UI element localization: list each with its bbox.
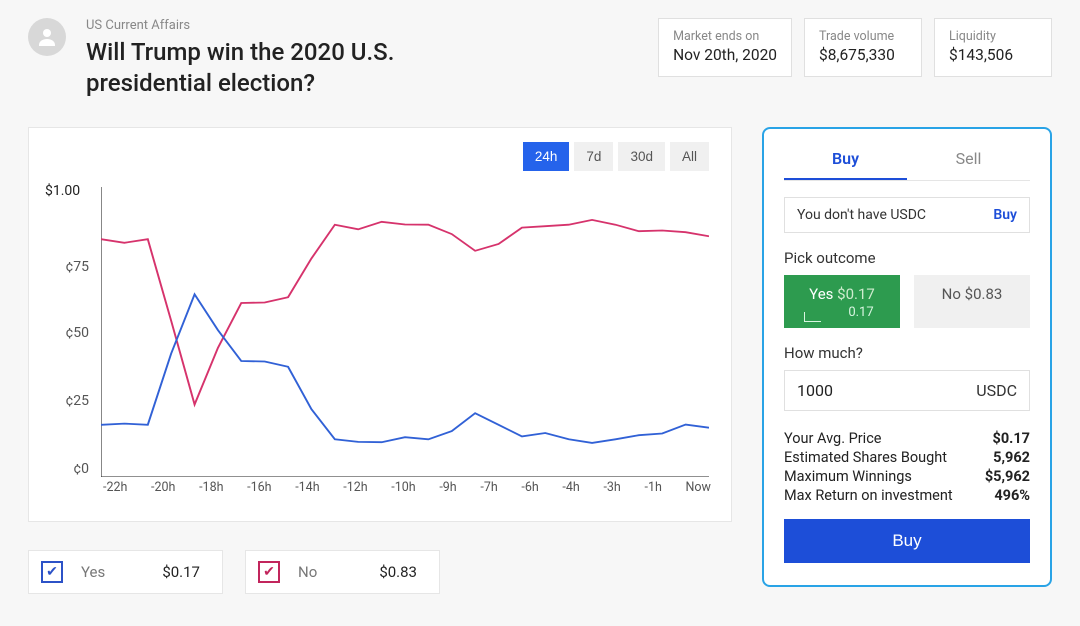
pick-outcome-label: Pick outcome	[784, 249, 1030, 267]
info-liquidity-label: Liquidity	[949, 29, 1037, 44]
trade-panel: Buy Sell You don't have USDC Buy Pick ou…	[762, 127, 1052, 587]
range-tab-all[interactable]: All	[670, 142, 709, 171]
stat-roi-label: Max Return on investment	[784, 487, 953, 504]
x-tick: -3h	[603, 480, 620, 495]
chart-area: $1.00 ¢75 ¢50 ¢25 ¢0 -22h -20h -18h	[45, 177, 715, 517]
info-liquidity-value: $143,506	[949, 46, 1037, 64]
outcome-toggle-yes[interactable]: ✔ Yes $0.17	[28, 550, 223, 594]
info-volume-value: $8,675,330	[819, 46, 907, 64]
range-tab-7d[interactable]: 7d	[574, 142, 613, 171]
x-tick: -20h	[151, 480, 175, 495]
stat-roi-value: 496%	[994, 487, 1030, 504]
tab-buy[interactable]: Buy	[784, 143, 907, 180]
x-tick: -10h	[391, 480, 415, 495]
user-icon	[35, 25, 59, 49]
toggle-yes-label: Yes	[81, 563, 144, 581]
info-ends-label: Market ends on	[673, 29, 777, 44]
pick-yes-label: Yes	[809, 285, 833, 303]
info-ends: Market ends on Nov 20th, 2020	[658, 18, 792, 77]
price-chart-card: 24h 7d 30d All $1.00 ¢75 ¢50 ¢25 ¢0	[28, 127, 732, 522]
range-tab-24h[interactable]: 24h	[523, 142, 570, 171]
y-max-label: $1.00	[45, 183, 89, 199]
stat-avg-price-label: Your Avg. Price	[784, 430, 882, 447]
stat-avg-price-value: $0.17	[993, 430, 1030, 447]
usdc-notice-text: You don't have USDC	[797, 207, 926, 223]
y-tick-0: ¢0	[45, 461, 89, 477]
toggle-no-price: $0.83	[379, 563, 417, 581]
x-tick: -7h	[480, 480, 497, 495]
outcome-toggle-no[interactable]: ✔ No $0.83	[245, 550, 440, 594]
buy-button[interactable]: Buy	[784, 519, 1030, 563]
x-tick: -18h	[199, 480, 223, 495]
tab-sell[interactable]: Sell	[907, 143, 1030, 180]
range-tab-30d[interactable]: 30d	[618, 142, 665, 171]
pick-no-label: No	[942, 285, 961, 303]
usdc-notice: You don't have USDC Buy	[784, 197, 1030, 233]
y-tick-75: ¢75	[45, 259, 89, 275]
toggle-yes-price: $0.17	[162, 563, 200, 581]
pick-yes[interactable]: Yes $0.17 0.17	[784, 275, 900, 328]
amount-input[interactable]	[797, 381, 917, 400]
howmuch-label: How much?	[784, 344, 1030, 362]
x-tick: -9h	[439, 480, 456, 495]
market-category: US Current Affairs	[86, 18, 638, 33]
x-tick: -4h	[562, 480, 579, 495]
x-axis: -22h -20h -18h -16h -14h -12h -10h -9h -…	[103, 480, 711, 495]
pick-no[interactable]: No $0.83	[914, 275, 1030, 328]
stat-max-win-value: $5,962	[985, 468, 1030, 485]
x-tick: -22h	[103, 480, 127, 495]
x-tick: -6h	[521, 480, 538, 495]
x-tick: -16h	[247, 480, 271, 495]
x-tick: -12h	[343, 480, 367, 495]
x-tick: -14h	[295, 480, 319, 495]
market-title: Will Trump win the 2020 U.S. presidentia…	[86, 37, 516, 99]
x-tick: -1h	[644, 480, 661, 495]
info-liquidity: Liquidity $143,506	[934, 18, 1052, 77]
x-tick: Now	[686, 480, 711, 495]
price-chart-svg	[101, 187, 709, 477]
pick-no-price: $0.83	[965, 285, 1003, 303]
pick-yes-price: $0.17	[837, 285, 875, 303]
stat-shares-value: 5,962	[993, 449, 1030, 466]
y-tick-50: ¢50	[45, 325, 89, 341]
info-volume-label: Trade volume	[819, 29, 907, 44]
pick-yes-sub: 0.17	[810, 305, 873, 320]
info-ends-value: Nov 20th, 2020	[673, 46, 777, 64]
toggle-no-label: No	[298, 563, 361, 581]
info-volume: Trade volume $8,675,330	[804, 18, 922, 77]
stat-max-win-label: Maximum Winnings	[784, 468, 912, 485]
checkbox-no-icon: ✔	[258, 561, 280, 583]
checkbox-yes-icon: ✔	[41, 561, 63, 583]
y-tick-25: ¢25	[45, 393, 89, 409]
avatar	[28, 18, 66, 56]
amount-unit: USDC	[976, 381, 1017, 400]
stat-shares-label: Estimated Shares Bought	[784, 449, 947, 466]
buy-usdc-link[interactable]: Buy	[993, 207, 1017, 223]
